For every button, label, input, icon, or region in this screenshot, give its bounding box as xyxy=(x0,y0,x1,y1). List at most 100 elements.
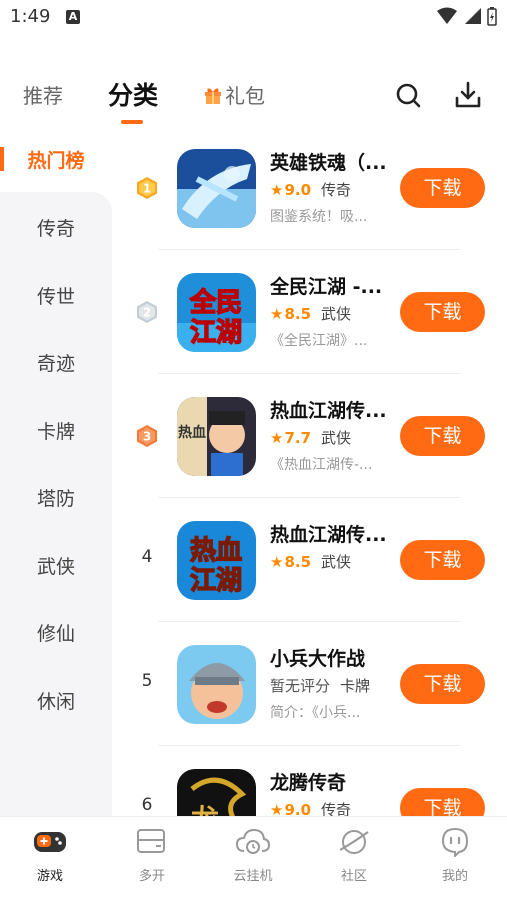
status-icons xyxy=(437,6,497,26)
rank-number: 5 xyxy=(141,671,153,691)
rank-number: 6 xyxy=(141,795,153,815)
sidebar-list: 传奇 传世 奇迹 卡牌 塔防 武侠 修仙 休闲 xyxy=(0,192,112,816)
game-name: 龙腾传奇 xyxy=(270,772,347,794)
game-meta: ★ 8.5 武侠 xyxy=(270,551,351,572)
game-meta: ★ 9.0 传奇 xyxy=(270,179,351,200)
active-tab-indicator xyxy=(121,120,143,124)
star-icon: ★ xyxy=(270,180,284,199)
list-item[interactable]: 6 龙 龙腾传奇 ★ 9.0 传奇 下载 xyxy=(112,746,507,816)
game-name: 小兵大作战 xyxy=(270,648,366,670)
sidebar-item-xiuxian[interactable]: 修仙 xyxy=(0,619,112,646)
svg-text:全民: 全民 xyxy=(189,287,242,318)
wifi-icon xyxy=(437,7,457,24)
download-icon[interactable] xyxy=(453,80,483,110)
sidebar-item-hot[interactable]: 热门榜 xyxy=(0,126,112,192)
game-category: 传奇 xyxy=(321,181,352,199)
nav-item-community[interactable]: 社区 xyxy=(304,827,404,884)
tab-gift-label: 礼包 xyxy=(225,84,265,108)
game-rating: 9.0 xyxy=(284,800,312,817)
game-icon: 热血 江湖 xyxy=(177,521,256,600)
game-description: 简介：《小兵... xyxy=(270,705,361,721)
status-time: 1:49 xyxy=(10,6,51,27)
game-icon: 热血 xyxy=(177,397,256,476)
sidebar-item-tafang[interactable]: 塔防 xyxy=(0,484,112,511)
sidebar-item-xiuxian-casual[interactable]: 休闲 xyxy=(0,687,112,714)
list-item[interactable]: 3 热血 热血江湖传... ★ 7.7 武侠 《热血江湖传-... 下载 xyxy=(112,374,507,498)
svg-text:江湖: 江湖 xyxy=(190,318,242,348)
game-meta: 暂无评分 卡牌 xyxy=(270,675,370,696)
silver-medal-icon: 2 xyxy=(137,301,157,323)
game-ranking-list: 1 英雄铁魂（... ★ 9.0 传奇 图鉴系统！吸... 下载 2 全民 江湖… xyxy=(112,126,507,816)
nav-label: 社区 xyxy=(340,869,367,884)
nav-label: 我的 xyxy=(441,869,468,884)
game-icon xyxy=(177,645,256,724)
gamepad-icon xyxy=(34,832,66,852)
multi-window-icon xyxy=(137,829,165,853)
sidebar-item-kapai[interactable]: 卡牌 xyxy=(0,417,112,444)
star-icon: ★ xyxy=(270,428,284,447)
tab-gift[interactable]: 礼包 xyxy=(203,80,265,109)
svg-text:热血: 热血 xyxy=(190,536,242,566)
nav-item-games[interactable]: 游戏 xyxy=(0,827,100,884)
svg-text:江湖: 江湖 xyxy=(190,566,242,596)
rank-number: 2 xyxy=(143,306,151,320)
game-category: 传奇 xyxy=(321,801,352,816)
bottom-navigation: 游戏 多开 云挂机 社区 我的 xyxy=(0,816,507,901)
search-icon[interactable] xyxy=(393,80,423,110)
list-item[interactable]: 4 热血 江湖 热血江湖传... ★ 8.5 武侠 下载 xyxy=(112,498,507,622)
game-rating: 8.5 xyxy=(284,552,312,571)
signal-icon xyxy=(465,8,481,24)
download-button[interactable]: 下载 xyxy=(400,540,485,580)
game-rating: 8.5 xyxy=(284,304,312,323)
rank-number: 4 xyxy=(141,547,153,567)
game-meta: ★ 7.7 武侠 xyxy=(270,427,351,448)
notification-icon: A xyxy=(66,10,80,24)
nav-item-cloud[interactable]: 云挂机 xyxy=(203,827,303,884)
sidebar-item-qiji[interactable]: 奇迹 xyxy=(0,349,112,376)
tab-category[interactable]: 分类 xyxy=(108,76,158,112)
sidebar-item-chuanqi[interactable]: 传奇 xyxy=(0,214,112,241)
nav-item-profile[interactable]: 我的 xyxy=(405,827,505,884)
game-description: 《热血江湖传-... xyxy=(270,457,373,473)
download-button[interactable]: 下载 xyxy=(400,664,485,704)
game-description: 图鉴系统！吸... xyxy=(270,209,368,225)
svg-text:热血: 热血 xyxy=(178,424,206,441)
list-item[interactable]: 2 全民 江湖 全民江湖 -... ★ 8.5 武侠 《全民江湖》... 下载 xyxy=(112,250,507,374)
game-icon: 龙 xyxy=(177,769,256,816)
list-item[interactable]: 5 小兵大作战 暂无评分 卡牌 简介：《小兵... 下载 xyxy=(112,622,507,746)
star-icon: ★ xyxy=(270,552,284,571)
nav-label: 云挂机 xyxy=(233,869,273,884)
game-category: 卡牌 xyxy=(340,677,371,695)
download-button[interactable]: 下载 xyxy=(400,168,485,208)
status-bar: 1:49 A xyxy=(0,0,507,34)
star-icon: ★ xyxy=(270,304,284,323)
svg-text:龙: 龙 xyxy=(191,803,219,816)
cloud-clock-icon xyxy=(235,828,271,854)
list-item[interactable]: 1 英雄铁魂（... ★ 9.0 传奇 图鉴系统！吸... 下载 xyxy=(112,126,507,250)
game-category: 武侠 xyxy=(321,429,352,447)
game-name: 全民江湖 -... xyxy=(270,276,383,298)
sidebar-item-chuanshi[interactable]: 传世 xyxy=(0,282,112,309)
game-description: 《全民江湖》... xyxy=(270,333,368,349)
nav-label: 多开 xyxy=(138,869,165,884)
game-rating: 7.7 xyxy=(284,428,312,447)
game-name: 英雄铁魂（... xyxy=(270,152,387,174)
game-rating: 暂无评分 xyxy=(270,677,331,695)
game-name: 热血江湖传... xyxy=(270,400,387,422)
game-icon: 全民 江湖 xyxy=(177,273,256,352)
download-button[interactable]: 下载 xyxy=(400,788,485,816)
download-button[interactable]: 下载 xyxy=(400,416,485,456)
gift-icon xyxy=(205,88,221,104)
nav-item-multi-open[interactable]: 多开 xyxy=(102,827,202,884)
game-category: 武侠 xyxy=(321,553,352,571)
download-button[interactable]: 下载 xyxy=(400,292,485,332)
bronze-medal-icon: 3 xyxy=(137,425,157,447)
rank-number: 3 xyxy=(143,430,151,444)
game-name: 热血江湖传... xyxy=(270,524,387,546)
game-meta: ★ 8.5 武侠 xyxy=(270,303,351,324)
category-sidebar: 热门榜 传奇 传世 奇迹 卡牌 塔防 武侠 修仙 休闲 xyxy=(0,126,112,816)
nav-label: 游戏 xyxy=(36,869,63,884)
gold-medal-icon: 1 xyxy=(137,177,157,199)
tab-recommend[interactable]: 推荐 xyxy=(23,80,63,109)
sidebar-item-wuxia[interactable]: 武侠 xyxy=(0,552,112,579)
